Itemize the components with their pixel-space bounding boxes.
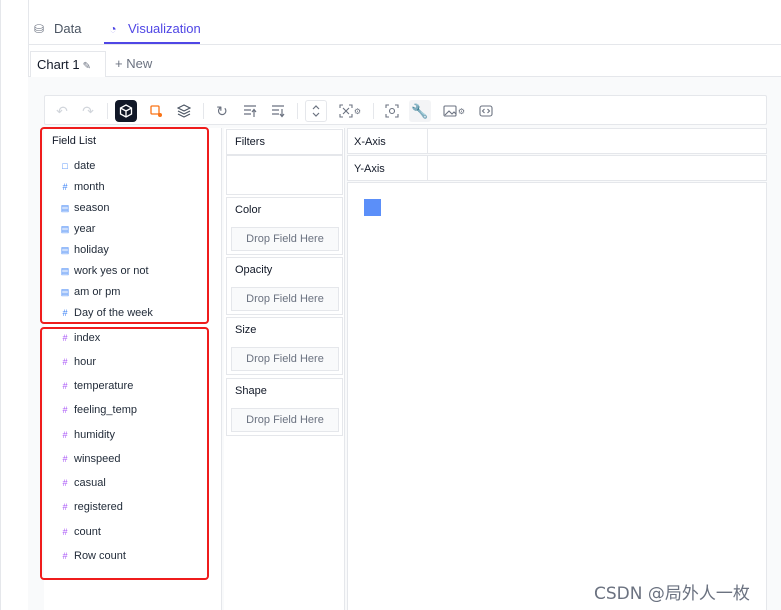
edit-icon[interactable]: ✎ <box>83 61 91 72</box>
filters-label: Filters <box>235 136 265 148</box>
chart-tab-bar: Chart 1 ✎ + New <box>28 51 781 77</box>
settings-icon[interactable]: ⚙ <box>354 107 361 116</box>
tab-data-label: Data <box>54 21 82 36</box>
settings-icon[interactable]: ⚙ <box>458 107 465 116</box>
toolbar-divider <box>107 103 108 119</box>
code-icon[interactable] <box>475 100 497 122</box>
y-axis-shelf[interactable]: Y-Axis <box>347 155 767 181</box>
cube-icon[interactable] <box>115 100 137 122</box>
watermark: CSDN @局外人一枚 <box>594 584 750 604</box>
chart-tab-label: Chart 1 <box>37 57 80 72</box>
tab-data[interactable]: ⛁ Data <box>32 21 82 45</box>
undo-icon[interactable]: ↶ <box>51 100 73 122</box>
redo-icon[interactable]: ↷ <box>77 100 99 122</box>
opacity-label: Opacity <box>235 264 273 276</box>
sort-asc-icon[interactable] <box>239 100 261 122</box>
filters-header: Filters <box>226 129 343 155</box>
zoom-icon[interactable] <box>381 100 403 122</box>
color-drop-zone[interactable]: Drop Field Here <box>231 227 339 251</box>
size-channel: Size Drop Field Here <box>226 317 343 375</box>
x-axis-shelf[interactable]: X-Axis <box>347 128 767 154</box>
y-axis-label: Y-Axis <box>354 163 385 175</box>
toolbar-divider <box>203 103 204 119</box>
chart-canvas[interactable] <box>347 182 767 610</box>
active-tab-indicator <box>104 42 200 44</box>
layers-icon[interactable] <box>173 100 195 122</box>
paint-icon[interactable] <box>145 100 167 122</box>
x-axis-label: X-Axis <box>354 136 386 148</box>
axis-divider <box>427 129 428 153</box>
highlight-box-measures <box>40 327 209 580</box>
highlight-box-dimensions <box>40 127 209 324</box>
tab-visualization-label: Visualization <box>128 21 201 36</box>
opacity-channel: Opacity Drop Field Here <box>226 257 343 315</box>
axis-divider <box>427 156 428 180</box>
sort-desc-icon[interactable] <box>267 100 289 122</box>
new-chart-button[interactable]: + New <box>115 56 152 71</box>
chart-pie-icon: ◔ <box>109 22 117 36</box>
color-channel: Color Drop Field Here <box>226 197 343 255</box>
toolbar-divider <box>297 103 298 119</box>
chart-mark-square <box>364 199 381 216</box>
image-icon[interactable]: ⚙ <box>439 100 469 122</box>
left-border <box>0 0 1 610</box>
top-tab-bar: ⛁ Data ◔ Visualization <box>28 0 781 45</box>
filters-drop-area[interactable] <box>226 155 343 195</box>
color-label: Color <box>235 204 262 216</box>
refresh-icon[interactable]: ↻ <box>211 100 233 122</box>
expand-icon[interactable] <box>305 100 327 122</box>
size-label: Size <box>235 324 257 336</box>
shape-channel: Shape Drop Field Here <box>226 378 343 436</box>
toolbar: ↶ ↷ ↻ ⚙ 🔧 ⚙ <box>44 95 767 125</box>
opacity-drop-zone[interactable]: Drop Field Here <box>231 287 339 311</box>
size-drop-zone[interactable]: Drop Field Here <box>231 347 339 371</box>
fullscreen-icon[interactable]: ⚙ <box>335 100 365 122</box>
database-icon: ⛁ <box>33 22 45 36</box>
shape-drop-zone[interactable]: Drop Field Here <box>231 408 339 432</box>
shape-label: Shape <box>235 385 267 397</box>
wrench-icon[interactable]: 🔧 <box>409 100 431 122</box>
toolbar-divider <box>373 103 374 119</box>
chart-tab-active[interactable]: Chart 1 ✎ <box>30 51 106 77</box>
